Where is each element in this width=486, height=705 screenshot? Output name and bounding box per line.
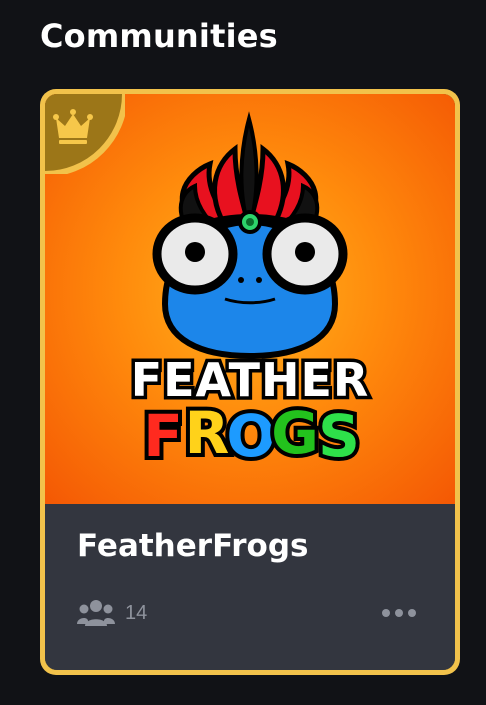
logo-letter: R xyxy=(185,399,230,467)
logo-letter: G xyxy=(271,399,319,467)
community-banner: FEATHER FROGS xyxy=(45,94,455,504)
logo-letter: S xyxy=(318,402,360,470)
member-count: 14 xyxy=(77,598,147,628)
logo-letter: F xyxy=(143,402,183,470)
more-options-button[interactable] xyxy=(379,600,419,626)
community-info: FeatherFrogs 14 xyxy=(45,504,455,670)
logo-letter: O xyxy=(226,402,275,470)
members-count: 14 xyxy=(125,601,148,624)
community-name[interactable]: FeatherFrogs xyxy=(77,526,309,566)
users-icon xyxy=(77,600,115,626)
more-horizontal-icon xyxy=(382,609,416,617)
community-card[interactable]: FEATHER FROGS FeatherFrogs 14 xyxy=(40,89,460,675)
section-title: Communities xyxy=(40,17,278,55)
logo-line-2: F ROG S xyxy=(139,395,364,474)
crown-badge xyxy=(45,94,125,174)
logo-line-1: FEATHER xyxy=(131,353,370,407)
communities-page: Communities FEATHER F R O G S FeatherFro… xyxy=(0,0,486,705)
community-card-inner: FEATHER FROGS FeatherFrogs 14 xyxy=(45,94,455,670)
